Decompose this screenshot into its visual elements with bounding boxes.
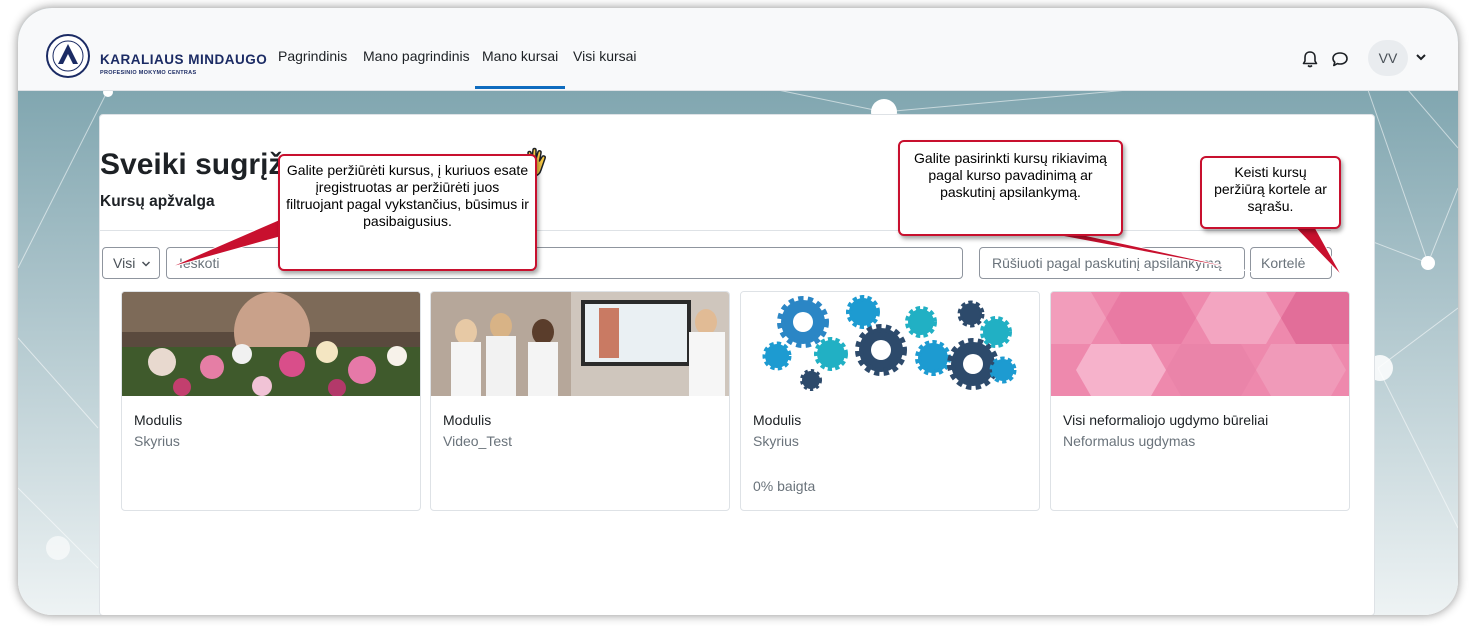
course-name[interactable]: Skyrius [134, 433, 180, 449]
section-heading-course-overview: Kursų apžvalga [100, 193, 215, 210]
top-navbar: KARALIAUS MINDAUGO PROFESINIO MOKYMO CEN… [18, 8, 1458, 91]
chat-icon[interactable] [1330, 49, 1350, 69]
callout-sort-hint: Galite pasirinkti kursų rikiavimą pagal … [898, 140, 1123, 236]
course-category: Modulis [753, 412, 802, 428]
callout-filter-hint: Galite peržiūrėti kursus, į kuriuos esat… [278, 154, 537, 271]
page-title: Sveiki sugrįžę [100, 148, 301, 181]
course-progress-text: 0% baigta [753, 478, 816, 494]
course-category: Modulis [443, 412, 492, 428]
course-image-classroom[interactable] [431, 292, 730, 396]
course-card[interactable]: Visi neformaliojo ugdymo būreliai Neform… [1050, 291, 1350, 511]
course-category: Modulis [134, 412, 183, 428]
search-placeholder: Ieškoti [179, 255, 220, 271]
grouping-filter-dropdown[interactable]: Visi [102, 247, 160, 279]
chevron-down-icon [141, 261, 151, 267]
callout-view-hint: Keisti kursų peržiūrą kortele ar sąrašu. [1200, 156, 1341, 229]
brand-name: KARALIAUS MINDAUGO [100, 52, 268, 67]
course-image-pink-pattern[interactable] [1051, 292, 1350, 396]
sort-dropdown[interactable]: Rūšiuoti pagal paskutinį apsilankymą [979, 247, 1245, 279]
course-name[interactable]: Skyrius [753, 433, 799, 449]
nav-pagrindinis[interactable]: Pagrindinis [278, 48, 347, 64]
filter-label: Visi [113, 255, 136, 271]
sort-label: Rūšiuoti pagal paskutinį apsilankymą [992, 255, 1222, 271]
active-tab-indicator [475, 86, 565, 89]
course-image-flowers[interactable] [122, 292, 421, 396]
view-mode-dropdown[interactable]: Kortelė [1250, 247, 1332, 279]
course-card[interactable]: Modulis Skyrius 0% baigta [740, 291, 1040, 511]
crest-icon [46, 34, 90, 78]
course-name[interactable]: Video_Test [443, 433, 512, 449]
nav-mano-kursai[interactable]: Mano kursai [482, 48, 558, 64]
chevron-down-icon[interactable] [1414, 50, 1428, 64]
course-card[interactable]: Modulis Video_Test [430, 291, 730, 511]
course-image-gears[interactable] [741, 292, 1040, 396]
brand-subtitle: PROFESINIO MOKYMO CENTRAS [100, 70, 197, 76]
nav-visi-kursai[interactable]: Visi kursai [573, 48, 637, 64]
course-name[interactable]: Neformalus ugdymas [1063, 433, 1195, 449]
user-avatar[interactable]: VV [1368, 40, 1408, 76]
course-card[interactable]: Modulis Skyrius [121, 291, 421, 511]
view-label: Kortelė [1261, 255, 1306, 271]
bell-icon[interactable] [1300, 49, 1320, 69]
nav-mano-pagrindinis[interactable]: Mano pagrindinis [363, 48, 470, 64]
course-category: Visi neformaliojo ugdymo būreliai [1063, 412, 1269, 428]
